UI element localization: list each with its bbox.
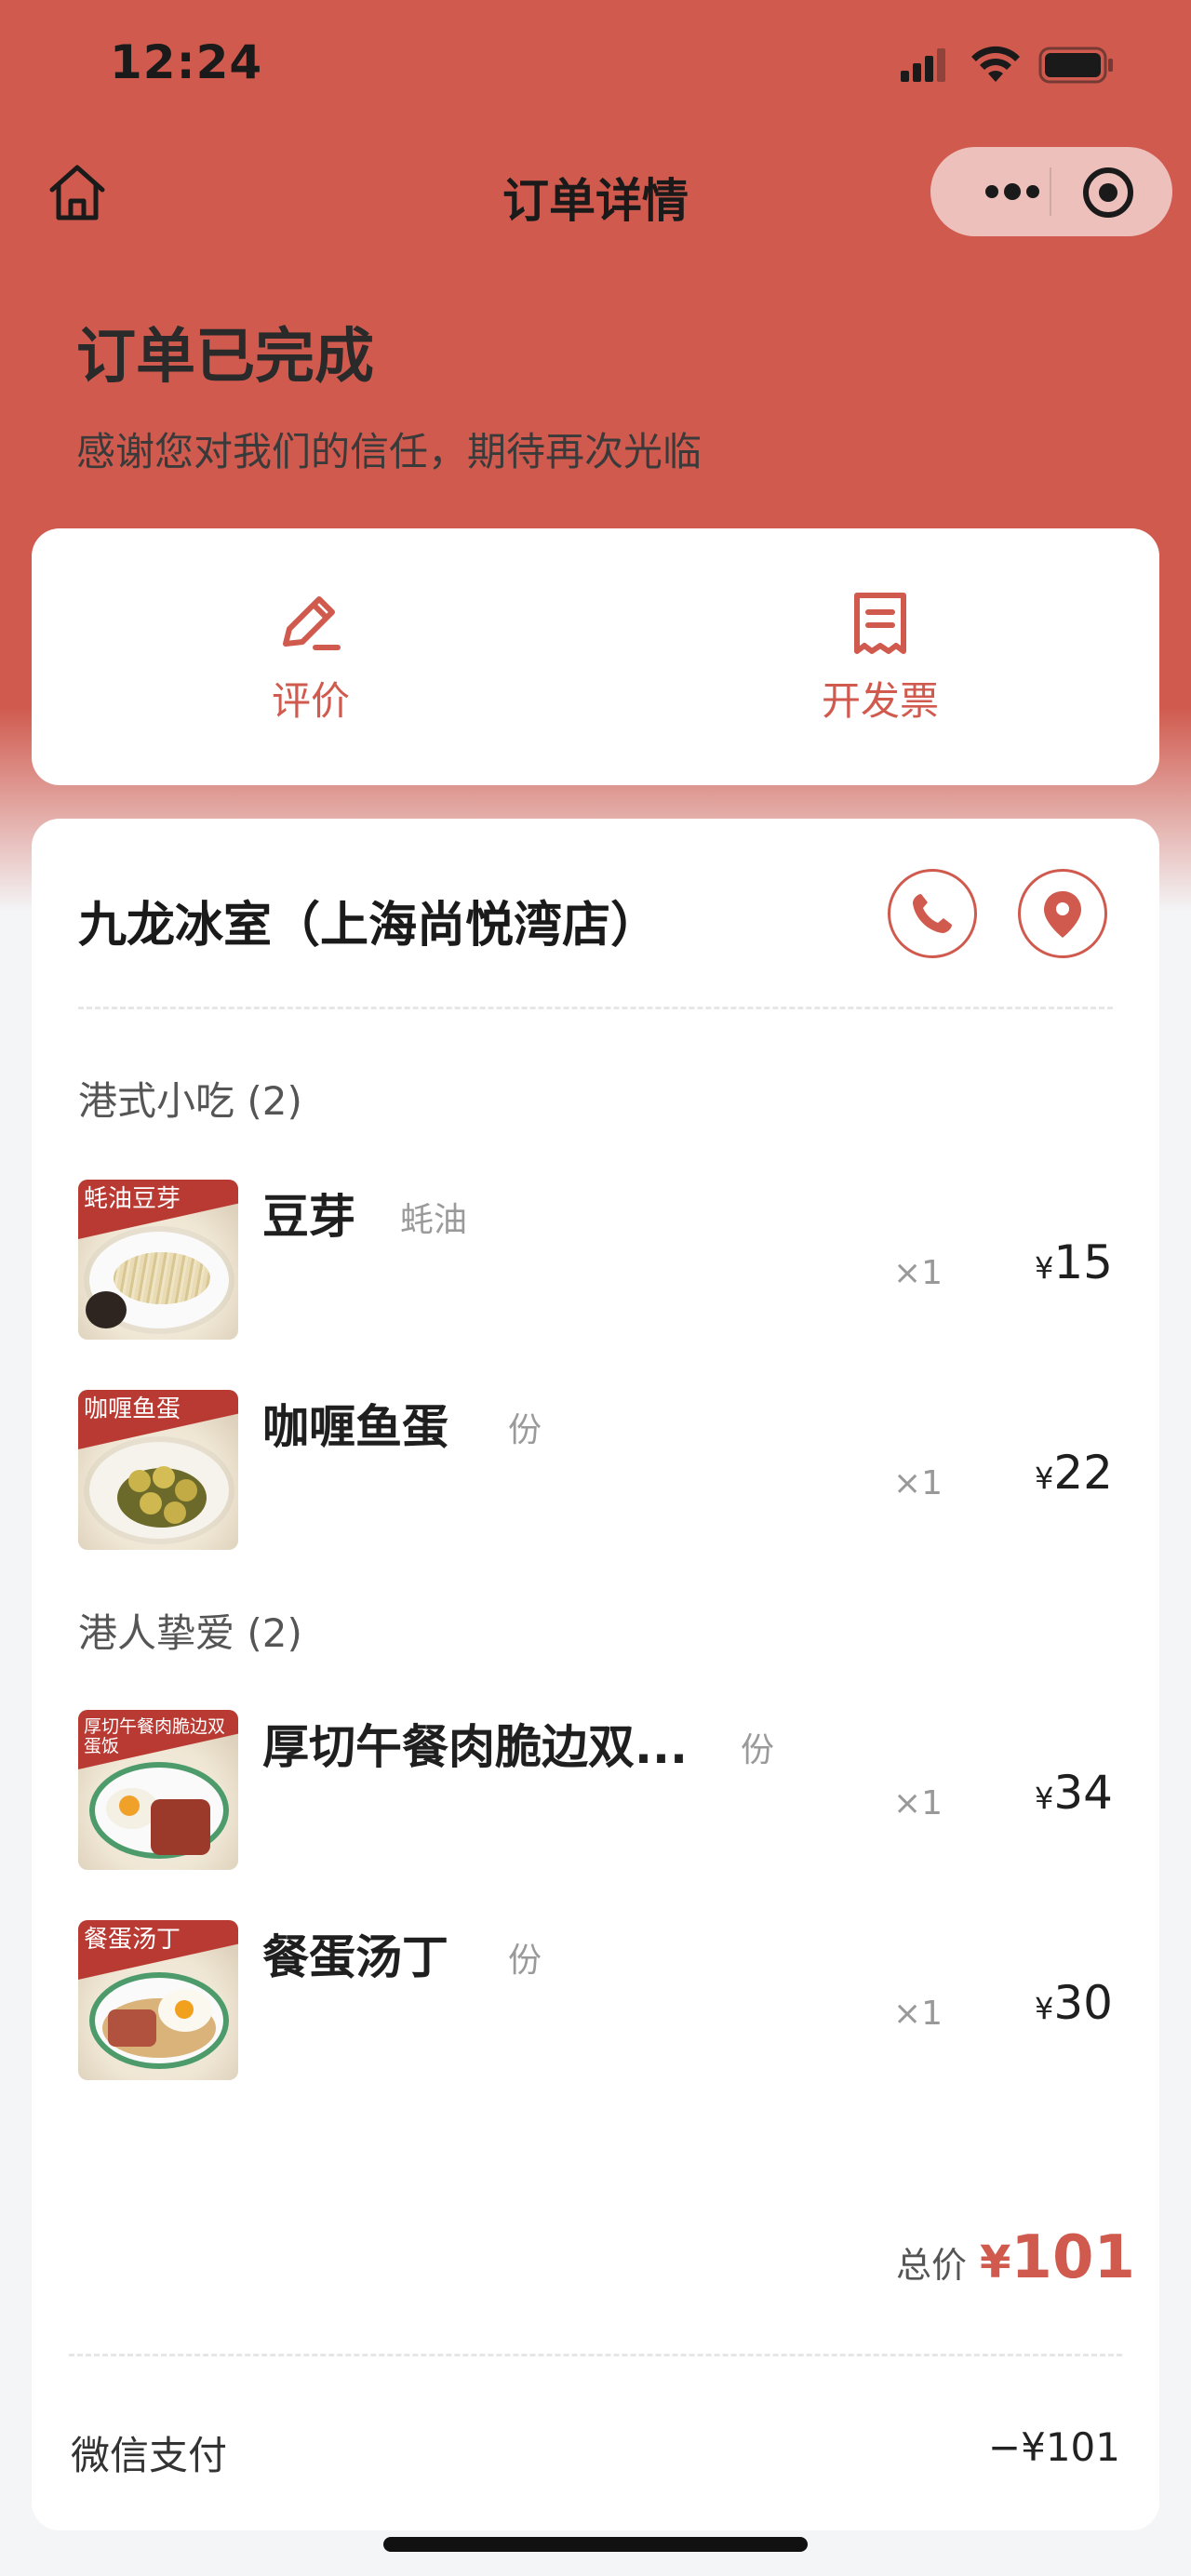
more-icon[interactable] [966, 167, 1059, 216]
order-total: 总价 ¥101 [896, 2223, 1135, 2292]
wifi-icon [971, 46, 1020, 82]
total-label: 总价 [895, 2245, 967, 2286]
review-label: 评价 [271, 678, 350, 724]
section-title: 港式小吃 (2) [78, 1078, 302, 1124]
item-image: 厚切午餐肉脆边双蛋饭 [78, 1710, 238, 1870]
shop-name: 九龙冰室（上海尚悦湾店） [78, 898, 660, 954]
order-item: 厚切午餐肉脆边双蛋饭 厚切午餐肉脆边双... 份 ×1 ¥34 [78, 1710, 1113, 1872]
item-image: 餐蛋汤丁 [78, 1920, 238, 2080]
item-image: 蚝油豆芽 [78, 1180, 238, 1340]
item-spec: 份 [741, 1731, 775, 1769]
order-status-subtitle: 感谢您对我们的信任，期待再次光临 [76, 429, 703, 474]
item-quantity: ×1 [893, 1995, 943, 2033]
order-item: 餐蛋汤丁 餐蛋汤丁 份 ×1 ¥30 [78, 1920, 1113, 2082]
item-spec: 蚝油 [400, 1201, 468, 1239]
item-quantity: ×1 [893, 1784, 943, 1822]
receipt-icon [854, 593, 906, 654]
item-name: 餐蛋汤丁 [262, 1930, 448, 1984]
item-name: 厚切午餐肉脆边双... [262, 1720, 688, 1774]
shop-location-button[interactable] [1018, 869, 1107, 958]
section-title: 港人挚爱 (2) [78, 1610, 302, 1656]
item-name: 豆芽 [262, 1190, 355, 1244]
capsule-divider [1050, 167, 1051, 216]
status-time: 12:24 [110, 35, 263, 89]
cellular-signal-icon [901, 48, 945, 82]
item-quantity: ×1 [893, 1254, 943, 1292]
item-spec: 份 [508, 1411, 542, 1449]
pencil-icon [283, 596, 341, 650]
order-item: 蚝油豆芽 豆芽 蚝油 ×1 ¥15 [78, 1180, 1113, 1341]
divider [69, 2354, 1122, 2356]
close-mini-program-icon[interactable] [1079, 164, 1137, 221]
invoice-button[interactable]: 开发票 [769, 590, 992, 727]
order-detail-card: 九龙冰室（上海尚悦湾店） 港式小吃 (2) 蚝油豆芽 豆芽 蚝油 ×1 ¥15 [32, 819, 1159, 2530]
item-price: ¥22 [1035, 1446, 1113, 1500]
item-price: ¥15 [1035, 1235, 1113, 1289]
call-shop-button[interactable] [888, 869, 977, 958]
battery-icon [1038, 47, 1113, 84]
status-bar: 12:24 [0, 0, 1191, 130]
home-indicator [383, 2537, 808, 2552]
order-actions-card: 评价 开发票 [32, 528, 1159, 785]
mini-program-capsule [930, 147, 1172, 236]
order-status-title: 订单已完成 [76, 323, 374, 392]
divider [78, 1007, 1113, 1009]
item-name: 咖喱鱼蛋 [262, 1400, 448, 1454]
item-quantity: ×1 [893, 1464, 943, 1502]
payment-method: 微信支付 [71, 2433, 228, 2478]
payment-amount: −¥101 [987, 2424, 1120, 2470]
total-amount: ¥101 [980, 2223, 1135, 2292]
review-button[interactable]: 评价 [199, 590, 422, 727]
phone-icon [913, 894, 952, 933]
item-spec: 份 [508, 1942, 542, 1980]
order-item: 咖喱鱼蛋 咖喱鱼蛋 份 ×1 ¥22 [78, 1390, 1113, 1552]
location-pin-icon [1044, 891, 1081, 938]
invoice-label: 开发票 [821, 678, 939, 724]
item-image: 咖喱鱼蛋 [78, 1390, 238, 1550]
item-price: ¥34 [1035, 1766, 1113, 1820]
item-price: ¥30 [1035, 1976, 1113, 2030]
